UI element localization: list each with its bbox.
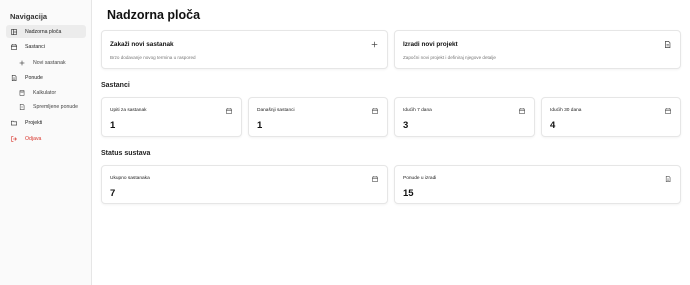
sidebar: Navigacija Nadzorna ploča Sastanci Novi … bbox=[0, 0, 92, 285]
calendar-icon bbox=[226, 108, 232, 114]
stat-label: Današnji sastanci bbox=[257, 108, 295, 113]
card-title: Izradi novi projekt bbox=[403, 41, 458, 48]
stat-value: 1 bbox=[257, 120, 263, 131]
sidebar-item-projects[interactable]: Projekti bbox=[6, 116, 86, 129]
sidebar-item-label: Novi sastanak bbox=[33, 59, 66, 66]
sidebar-item-label: Nadzorna ploča bbox=[25, 28, 62, 35]
card-description: Započni novi projekt i definiraj njegove… bbox=[403, 55, 496, 60]
stat-label: Idućih 7 dana bbox=[403, 108, 432, 113]
document-icon bbox=[664, 41, 671, 48]
sidebar-item-new-meeting[interactable]: Novi sastanak bbox=[14, 56, 86, 69]
sidebar-item-label: Projekti bbox=[25, 119, 43, 126]
page-title: Nadzorna ploča bbox=[107, 8, 201, 22]
sidebar-item-saved-offers[interactable]: Spremljene ponude bbox=[14, 100, 86, 113]
plus-icon bbox=[371, 41, 378, 48]
card-description: Brzo dodavanje novog termina u raspored bbox=[110, 55, 196, 60]
logout-icon bbox=[11, 135, 21, 142]
sidebar-item-label: Odjava bbox=[25, 135, 42, 142]
stat-card-today-meetings: Današnji sastanci 1 bbox=[248, 97, 388, 137]
sidebar-item-meetings[interactable]: Sastanci bbox=[6, 40, 86, 53]
stat-label: Ponude u izradi bbox=[403, 176, 437, 181]
create-project-card[interactable]: Izradi novi projekt Započni novi projekt… bbox=[394, 30, 681, 69]
calendar-icon bbox=[372, 176, 378, 182]
stat-value: 1 bbox=[110, 120, 116, 131]
calendar-icon bbox=[11, 43, 21, 50]
sidebar-item-calculator[interactable]: Kalkulator bbox=[14, 86, 86, 99]
sidebar-item-label: Spremljene ponude bbox=[33, 103, 78, 110]
sidebar-item-label: Ponude bbox=[25, 74, 43, 81]
stat-label: Idućih 30 dana bbox=[550, 108, 582, 113]
card-title: Zakaži novi sastanak bbox=[110, 41, 174, 48]
stat-value: 4 bbox=[550, 120, 556, 131]
sidebar-item-label: Kalkulator bbox=[33, 89, 57, 96]
stat-card-meeting-requests: Upiti za sastanak 1 bbox=[101, 97, 242, 137]
section-title-meetings: Sastanci bbox=[101, 82, 130, 89]
stat-value: 3 bbox=[403, 120, 409, 131]
saved-document-icon bbox=[19, 103, 29, 110]
schedule-meeting-card[interactable]: Zakaži novi sastanak Brzo dodavanje novo… bbox=[101, 30, 388, 69]
sidebar-item-dashboard[interactable]: Nadzorna ploča bbox=[6, 25, 86, 38]
document-icon bbox=[11, 74, 21, 81]
stat-card-offers-in-progress: Ponude u izradi 15 bbox=[394, 165, 681, 204]
calculator-icon bbox=[19, 89, 29, 96]
calendar-icon bbox=[372, 108, 378, 114]
stat-value: 7 bbox=[110, 188, 116, 199]
stat-label: Ukupno sastanaka bbox=[110, 176, 150, 181]
sidebar-item-logout[interactable]: Odjava bbox=[6, 132, 86, 145]
folder-icon bbox=[11, 120, 21, 126]
calendar-icon bbox=[519, 108, 525, 114]
stat-card-total-meetings: Ukupno sastanaka 7 bbox=[101, 165, 388, 204]
stat-card-next-7-days: Idućih 7 dana 3 bbox=[394, 97, 535, 137]
plus-icon bbox=[19, 60, 29, 66]
stat-card-next-30-days: Idućih 30 dana 4 bbox=[541, 97, 681, 137]
calendar-icon bbox=[665, 108, 671, 114]
section-title-system-status: Status sustava bbox=[101, 150, 151, 157]
sidebar-title: Navigacija bbox=[10, 12, 48, 21]
stat-value: 15 bbox=[403, 188, 414, 199]
dashboard-icon bbox=[11, 28, 21, 35]
sidebar-item-label: Sastanci bbox=[25, 43, 45, 50]
sidebar-item-offers[interactable]: Ponude bbox=[6, 71, 86, 84]
stat-label: Upiti za sastanak bbox=[110, 108, 147, 113]
document-icon bbox=[665, 176, 671, 182]
